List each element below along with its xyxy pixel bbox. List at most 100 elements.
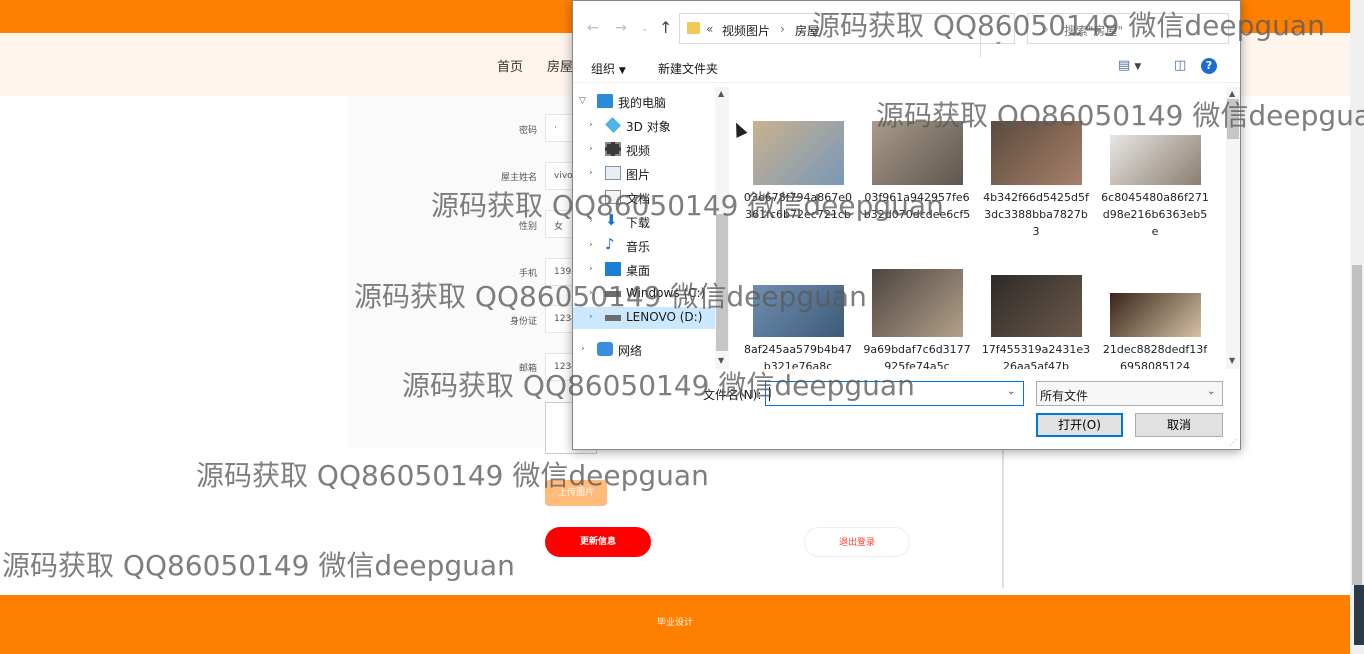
tree-item-this-pc[interactable]: ▽ 我的电脑 <box>573 91 715 113</box>
help-icon[interactable]: ? <box>1201 58 1217 74</box>
chevron-right-icon[interactable]: › <box>589 216 593 226</box>
tree-item-downloads[interactable]: › ⬇ 下载 <box>573 211 715 233</box>
tree-label: 视频 <box>626 144 651 158</box>
up-arrow-icon[interactable]: ↑ <box>659 18 672 37</box>
tree-label: 桌面 <box>626 264 651 278</box>
file-name-1[interactable]: 03e678f794a867e0361fc6b72ec721cb <box>743 189 853 223</box>
chevron-right-icon[interactable]: › <box>589 120 593 130</box>
chevron-right-icon[interactable]: › <box>589 168 593 178</box>
scroll-up-arrow-icon[interactable]: ▲ <box>1229 89 1235 98</box>
chevron-right-icon[interactable]: › <box>581 344 585 354</box>
update-info-button[interactable]: 更新信息 <box>545 527 651 557</box>
organize-label: 组织 <box>591 62 616 76</box>
chevron-right-icon[interactable]: › <box>589 312 593 322</box>
chevron-right-icon[interactable]: › <box>589 264 593 274</box>
preview-pane-icon[interactable]: ◫ <box>1174 58 1186 73</box>
nav-link-home[interactable]: 首页 <box>497 56 523 75</box>
tree-item-videos[interactable]: › 视频 <box>573 139 715 161</box>
tree-item-music[interactable]: › ♪ 音乐 <box>573 235 715 257</box>
footer-text: 毕业设计 <box>656 618 693 628</box>
form-label-gender: 性别 <box>518 222 537 232</box>
chevron-down-icon: ⌄ <box>1207 386 1216 397</box>
tree-label: Windows (C:) <box>626 286 706 300</box>
organize-button[interactable]: 组织 ▼ <box>591 60 626 77</box>
breadcrumb-house[interactable]: 房屋 <box>795 22 819 39</box>
music-folder-icon: ♪ <box>605 235 615 253</box>
scroll-down-arrow-icon[interactable]: ▼ <box>1229 356 1235 365</box>
upload-image-button[interactable]: 上传图片 <box>545 480 607 506</box>
chevron-down-icon[interactable]: ⌄ <box>1007 386 1015 397</box>
tree-item-drive-d[interactable]: › LENOVO (D:) <box>573 307 715 329</box>
navigation-scroll-thumb[interactable] <box>716 214 728 351</box>
file-name-8[interactable]: 21dec8828dedf13f6958085124 <box>1100 341 1210 369</box>
tree-label: 文档 <box>626 192 651 206</box>
chevron-down-icon: ▼ <box>618 66 626 76</box>
open-button[interactable]: 打开(O) <box>1036 413 1123 437</box>
tree-item-network[interactable]: › 网络 <box>573 339 715 361</box>
forward-arrow-icon[interactable]: → <box>615 20 627 36</box>
navigation-pane: ▽ 我的电脑 › 3D 对象 › 视频 › 图片 › 文档 › ⬇ 下载 › ♪… <box>573 87 731 369</box>
chevron-right-icon[interactable]: › <box>589 288 593 298</box>
file-thumbnail-1[interactable] <box>753 121 844 185</box>
download-folder-icon: ⬇ <box>605 211 618 229</box>
file-thumbnail-6[interactable] <box>872 269 963 337</box>
chevron-right-icon[interactable]: › <box>589 144 593 154</box>
3d-objects-icon <box>605 117 621 133</box>
file-name-6[interactable]: 9a69bdaf7c6d3177925fe74a5c <box>862 341 972 369</box>
folder-icon <box>687 22 700 34</box>
file-name-2[interactable]: 03f961a942957fe6b32d070dcdee6cf5 <box>862 189 972 223</box>
scroll-down-arrow-icon[interactable]: ▼ <box>718 356 724 365</box>
search-placeholder: 搜索"房屋" <box>1064 24 1124 38</box>
tree-item-drive-c[interactable]: › Windows (C:) <box>573 283 715 305</box>
cancel-button[interactable]: 取消 <box>1135 413 1223 437</box>
tree-item-3d-objects[interactable]: › 3D 对象 <box>573 115 715 137</box>
file-type-select[interactable]: 所有文件 ⌄ <box>1036 381 1223 406</box>
upload-label: 上传图片 <box>557 488 594 498</box>
file-type-value: 所有文件 <box>1040 389 1089 403</box>
scroll-up-arrow-icon[interactable]: ▲ <box>718 89 724 98</box>
page-scroll-thumb[interactable] <box>1352 265 1362 585</box>
file-thumbnail-8[interactable] <box>1110 293 1201 337</box>
file-name-4[interactable]: 6c8045480a86f271d98e216b6363eb5e <box>1100 189 1210 240</box>
file-thumbnail-3[interactable] <box>991 121 1082 185</box>
breadcrumb-separator: › <box>780 22 785 36</box>
search-box[interactable]: ⌕ 搜索"房屋" <box>1027 13 1229 44</box>
file-thumbnail-4[interactable] <box>1110 135 1201 185</box>
file-thumbnail-7[interactable] <box>991 275 1082 337</box>
recent-dropdown-icon[interactable]: ⌄ <box>641 24 649 34</box>
view-options-icon[interactable]: ▤ ▼ <box>1118 58 1141 73</box>
nav-link-house[interactable]: 房屋 <box>547 56 573 75</box>
resize-grip-icon[interactable]: ⋰ <box>1229 438 1237 447</box>
tree-label: 音乐 <box>626 240 651 254</box>
tree-item-pictures[interactable]: › 图片 <box>573 163 715 185</box>
tree-label: 网络 <box>618 344 643 358</box>
tree-item-desktop[interactable]: › 桌面 <box>573 259 715 281</box>
documents-folder-icon <box>605 190 621 204</box>
chevron-down-icon[interactable]: ▽ <box>579 96 586 106</box>
chevron-right-icon[interactable]: › <box>589 240 593 250</box>
video-folder-icon <box>605 142 621 156</box>
tree-label: LENOVO (D:) <box>626 310 703 324</box>
breadcrumb-video-pictures[interactable]: 视频图片 <box>722 22 770 39</box>
drive-c-icon <box>605 291 621 297</box>
file-name-5[interactable]: 8af245aa579b4b47b321e76a8c <box>743 341 853 369</box>
chevron-right-icon[interactable]: › <box>589 192 593 202</box>
address-bar[interactable]: « 视频图片 › 房屋 ⌄ <box>679 13 1015 57</box>
file-name-3[interactable]: 4b342f66d5425d5f3dc3388bba7827b3 <box>981 189 1091 240</box>
file-list-scroll-thumb[interactable] <box>1227 99 1239 139</box>
desktop-folder-icon <box>605 262 621 276</box>
filename-input[interactable]: ⌄ <box>765 381 1024 406</box>
file-thumbnail-2[interactable] <box>872 121 963 185</box>
new-folder-button[interactable]: 新建文件夹 <box>658 60 718 77</box>
computer-icon <box>597 94 613 108</box>
tree-item-documents[interactable]: › 文档 <box>573 187 715 209</box>
file-name-7[interactable]: 17f455319a2431e326aa5af47b <box>981 341 1091 369</box>
form-label-phone: 手机 <box>518 269 537 279</box>
back-arrow-icon[interactable]: ← <box>587 20 599 36</box>
file-thumbnail-5[interactable] <box>753 285 844 337</box>
form-label-password: 密码 <box>518 126 537 136</box>
logout-button[interactable]: 退出登录 <box>804 527 910 557</box>
breadcrumb-overflow[interactable]: « <box>706 22 713 36</box>
search-icon: ⌕ <box>1042 22 1049 36</box>
form-label-owner-name: 屋主姓名 <box>500 173 537 183</box>
